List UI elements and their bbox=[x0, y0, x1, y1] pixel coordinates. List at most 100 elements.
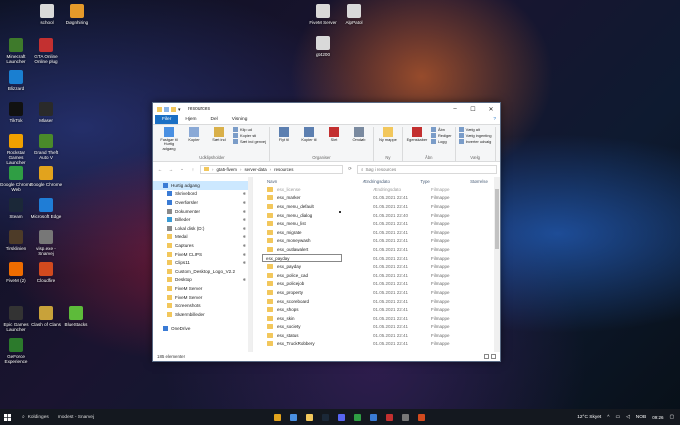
close-button[interactable]: ✕ bbox=[482, 103, 500, 115]
file-row[interactable]: esx_property 01.05.2021 22:41 Filmappe bbox=[253, 288, 500, 297]
tab-file[interactable]: Filer bbox=[155, 115, 179, 124]
nav-item[interactable]: Dokumenter ✱ bbox=[153, 207, 252, 216]
breadcrumb-separator[interactable]: › bbox=[240, 167, 241, 172]
desktop-shortcut[interactable]: Cloudfire bbox=[29, 262, 63, 283]
nav-item[interactable]: Hurtig adgang bbox=[153, 181, 252, 190]
nav-item[interactable]: Screenshots bbox=[153, 301, 252, 310]
breadcrumb-separator[interactable]: › bbox=[212, 167, 213, 172]
desktop-shortcut[interactable]: Grand Theft Auto V bbox=[29, 134, 63, 160]
ribbon-small-button[interactable]: Klip ud bbox=[233, 127, 266, 132]
nav-item[interactable]: Medal ✱ bbox=[153, 233, 252, 242]
nav-item[interactable]: Captures ✱ bbox=[153, 241, 252, 250]
tab-view[interactable]: Visning bbox=[225, 115, 255, 124]
breadcrumb-separator[interactable]: › bbox=[270, 167, 271, 172]
minimize-button[interactable]: – bbox=[446, 103, 464, 115]
ribbon-small-button[interactable]: Kopier sti bbox=[233, 133, 266, 138]
file-row[interactable]: esx_menu_default 01.05.2021 22:41 Filmappe bbox=[253, 202, 500, 211]
new-folder-icon[interactable] bbox=[171, 106, 176, 112]
nav-item[interactable]: Desktop ✱ bbox=[153, 276, 252, 285]
taskbar-app-icon[interactable] bbox=[370, 413, 377, 421]
file-row[interactable]: esx_status 01.05.2021 22:41 Filmappe bbox=[253, 331, 500, 340]
desktop-shortcut[interactable]: Blizzard bbox=[0, 70, 33, 91]
ribbon-button[interactable]: Omdøb bbox=[348, 127, 370, 155]
file-row[interactable]: esx_moneywash 01.05.2021 22:41 Filmappe bbox=[253, 237, 500, 246]
dropdown-icon[interactable]: ▾ bbox=[178, 107, 182, 113]
rename-field[interactable]: esx_payday bbox=[262, 254, 342, 262]
desktop-shortcut[interactable]: visp.exe - Snarvej bbox=[29, 230, 63, 256]
nav-item[interactable]: Overførsler ✱ bbox=[153, 198, 252, 207]
ribbon-button[interactable]: Egenskaber bbox=[406, 127, 428, 155]
tab-share[interactable]: Del bbox=[204, 115, 225, 124]
file-row[interactable]: esx_TruckRobbery 01.05.2021 22:41 Filmappe bbox=[253, 340, 500, 349]
ribbon-button[interactable]: Flyt til bbox=[273, 127, 295, 155]
taskbar-app-icon[interactable] bbox=[274, 413, 281, 421]
nav-item[interactable]: FiveM CLIPS ✱ bbox=[153, 250, 252, 259]
ribbon-small-button[interactable]: Åbn bbox=[430, 127, 452, 132]
file-row[interactable]: esx_scoreboard 01.05.2021 22:41 Filmappe bbox=[253, 297, 500, 306]
ribbon-button[interactable]: Kopier bbox=[183, 127, 205, 155]
file-row[interactable]: esx_outlawalert 01.05.2021 22:41 Filmappe bbox=[253, 245, 500, 254]
ribbon-button[interactable]: Kopier til bbox=[298, 127, 320, 155]
taskbar-app-icon[interactable] bbox=[386, 413, 393, 421]
taskbar-app-icon[interactable] bbox=[338, 413, 345, 421]
nav-scrollbar[interactable] bbox=[248, 177, 252, 352]
column-name[interactable]: Navn bbox=[267, 179, 363, 184]
file-row[interactable]: esx_society 01.05.2021 22:41 Filmappe bbox=[253, 323, 500, 332]
desktop-shortcut[interactable]: school bbox=[30, 4, 64, 25]
taskbar-app-icon[interactable] bbox=[354, 413, 361, 421]
desktop-shortcut[interactable]: Clash of Clans bbox=[29, 306, 63, 327]
clock[interactable]: 09:26 bbox=[652, 415, 663, 420]
weather[interactable]: 12°C Skyet bbox=[577, 415, 601, 420]
file-row[interactable]: esx_license Ændringsdato Filmappe bbox=[253, 185, 500, 194]
ribbon-button[interactable]: Slet bbox=[323, 127, 345, 155]
back-button[interactable]: ← bbox=[156, 167, 164, 172]
file-scrollbar[interactable] bbox=[494, 177, 500, 352]
breadcrumb-item[interactable]: resources bbox=[274, 167, 293, 172]
ribbon-button[interactable]: Sæt ind bbox=[208, 127, 230, 155]
taskbar-app-icon[interactable] bbox=[322, 413, 329, 421]
taskbar-active-app[interactable]: modest - Snarvej bbox=[58, 415, 94, 420]
notifications-icon[interactable]: ▢ bbox=[669, 415, 674, 420]
properties-icon[interactable] bbox=[164, 106, 169, 112]
file-row[interactable]: esx_shops 01.05.2021 22:41 Filmappe bbox=[253, 305, 500, 314]
maximize-button[interactable]: ☐ bbox=[464, 103, 482, 115]
ribbon-small-button[interactable]: Vælg alt bbox=[458, 127, 492, 132]
taskbar-app-icon[interactable] bbox=[402, 413, 409, 421]
tray-chevron-icon[interactable]: ^ bbox=[607, 415, 609, 420]
language-indicator[interactable]: NOB bbox=[636, 415, 646, 420]
file-row[interactable]: esx_police_cad 01.05.2021 22:41 Filmappe bbox=[253, 271, 500, 280]
file-row[interactable]: esx_menu_dialog 01.05.2021 22:40 Filmappe bbox=[253, 211, 500, 220]
desktop-shortcut[interactable]: Google Chrome bbox=[29, 166, 63, 187]
breadcrumb-item[interactable]: server-data bbox=[244, 167, 266, 172]
ribbon-small-button[interactable]: Logg bbox=[430, 139, 452, 144]
desktop-shortcut[interactable]: FiveM Server bbox=[306, 4, 340, 25]
desktop-shortcut[interactable]: Microsoft Edge bbox=[29, 198, 63, 219]
desktop-shortcut[interactable]: BlueStacks bbox=[59, 306, 93, 327]
nav-item[interactable]: Skrivebord ✱ bbox=[153, 190, 252, 199]
search-box[interactable]: ⌕ Søg i resources bbox=[357, 164, 497, 174]
nav-item[interactable]: FiveM Server bbox=[153, 284, 252, 293]
file-row[interactable]: esx_menu_list 01.05.2021 22:41 Filmappe bbox=[253, 219, 500, 228]
start-button[interactable] bbox=[0, 413, 14, 421]
taskbar-search[interactable]: ⌕ Koldinges modest - Snarvej bbox=[14, 414, 134, 421]
scroll-thumb[interactable] bbox=[495, 189, 499, 249]
large-icons-view-icon[interactable] bbox=[491, 354, 496, 359]
recent-dropdown[interactable]: ⌄ bbox=[178, 166, 186, 172]
network-icon[interactable]: ▭ bbox=[616, 415, 621, 420]
desktop-shortcut[interactable]: AlpPatol bbox=[337, 4, 371, 25]
ribbon-button[interactable]: Fastgør til Hurtig adgang bbox=[158, 127, 180, 155]
address-bar[interactable]: › gta5-fivem › server-data › resources bbox=[200, 164, 343, 174]
tab-home[interactable]: Hjem bbox=[178, 115, 203, 124]
nav-item[interactable]: FiveM Server bbox=[153, 293, 252, 302]
column-type[interactable]: Type bbox=[420, 179, 470, 184]
desktop-shortcut[interactable]: GTA Online Online plug bbox=[29, 38, 63, 64]
ribbon-small-button[interactable]: Inverter udvalg bbox=[458, 139, 492, 144]
file-row[interactable]: esx_marker 01.05.2021 22:41 Filmappe bbox=[253, 194, 500, 203]
ribbon-small-button[interactable]: Sæt ind genvej bbox=[233, 139, 266, 144]
forward-button[interactable]: → bbox=[167, 167, 175, 172]
ribbon-small-button[interactable]: Vælg ingenting bbox=[458, 133, 492, 138]
file-row[interactable]: esx_migrate 01.05.2021 22:41 Filmappe bbox=[253, 228, 500, 237]
ribbon-small-button[interactable]: Rediger bbox=[430, 133, 452, 138]
column-date[interactable]: Ændringsdato bbox=[363, 179, 421, 184]
details-view-icon[interactable] bbox=[484, 354, 489, 359]
